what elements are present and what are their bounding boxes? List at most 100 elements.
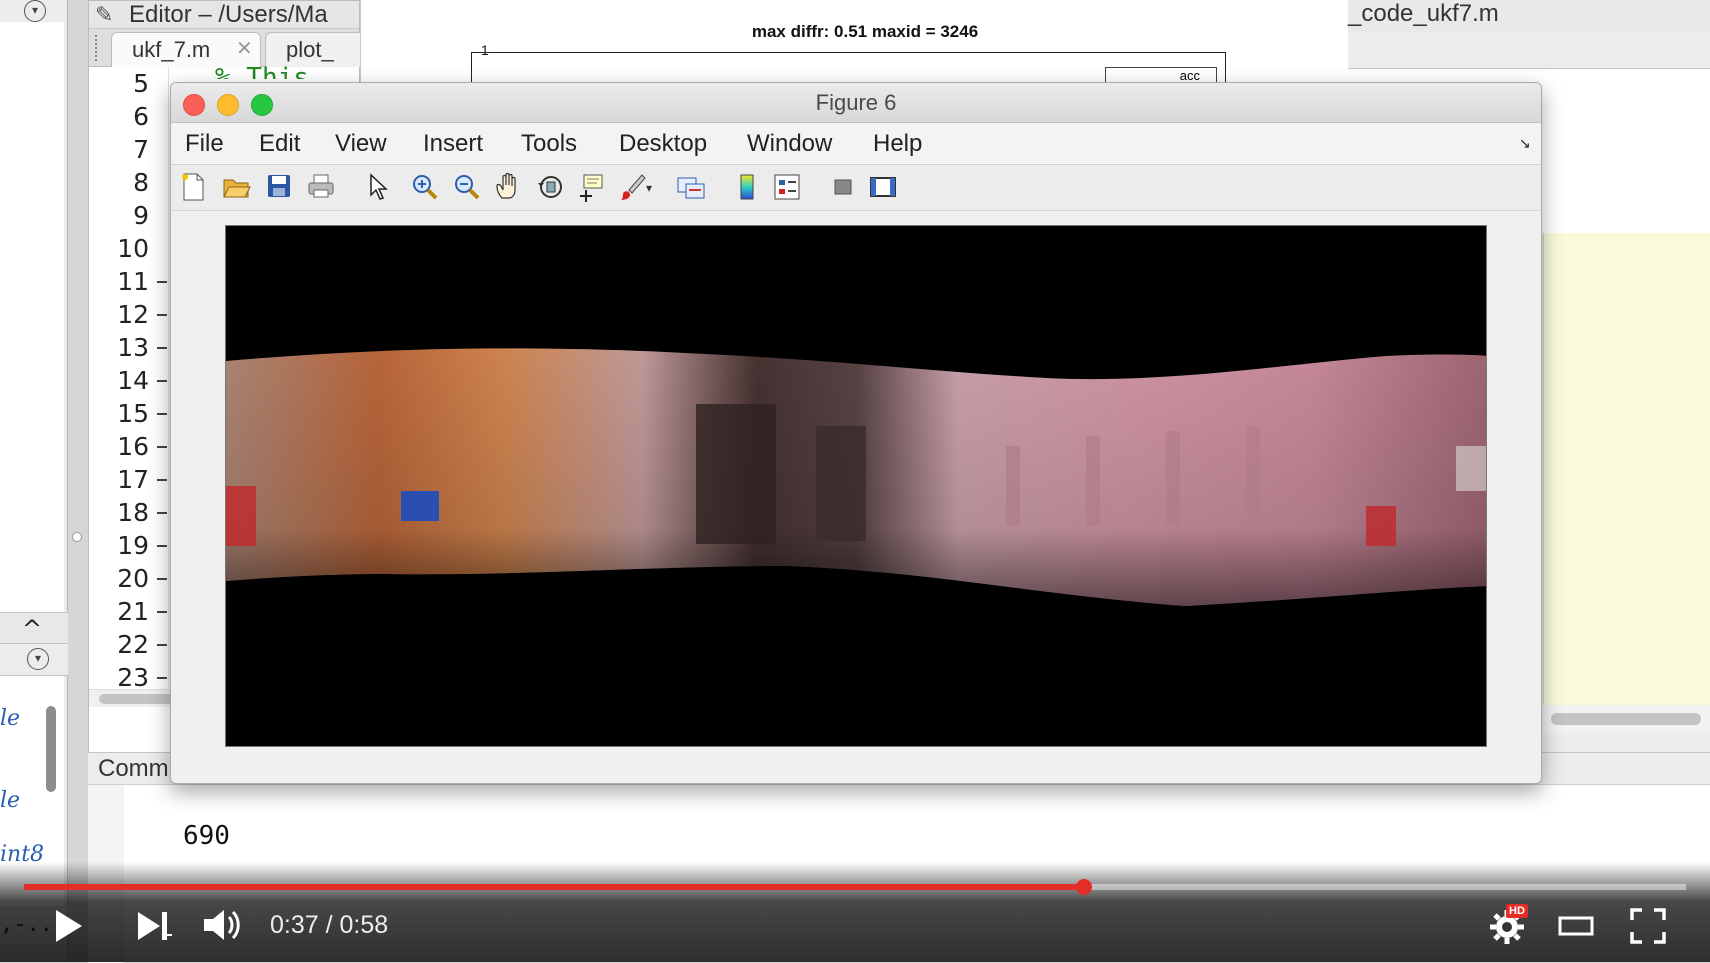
figure-titlebar[interactable]: Figure 6 — [171, 83, 1541, 123]
line-number: 6 — [133, 102, 149, 131]
line-number: 15 — [117, 399, 149, 428]
window-light — [1456, 446, 1486, 491]
plot-title: max diffr: 0.51 maxid = 3246 — [751, 22, 979, 41]
highlighted-code-area — [1543, 233, 1710, 705]
pan-icon[interactable] — [493, 172, 525, 204]
settings-icon[interactable]: HD — [1488, 904, 1528, 951]
breakpoint-dash[interactable] — [157, 314, 167, 316]
progress-bar[interactable] — [24, 879, 1686, 895]
line-number: 7 — [133, 135, 149, 164]
figure-window: Figure 6 File Edit View Insert Tools Des… — [170, 82, 1542, 784]
brush-dropdown-icon[interactable]: ▾ — [641, 172, 657, 204]
next-icon[interactable] — [136, 910, 172, 947]
tab-ukf7[interactable]: ukf_7.m ✕ — [111, 32, 261, 67]
fullscreen-icon[interactable] — [1630, 908, 1666, 949]
progress-played — [24, 884, 1085, 890]
wall-panel — [1086, 436, 1100, 526]
menu-edit[interactable]: Edit — [259, 123, 300, 165]
workspace-menu-icon[interactable]: ▾ — [27, 648, 49, 670]
time-display: 0:37 / 0:58 — [270, 908, 388, 942]
save-icon[interactable] — [263, 172, 295, 204]
line-number-gutter: 5 6 7 8 9 10 11 12 13 14 15 16 17 18 19 20 21 22 23 — [89, 67, 169, 692]
breakpoint-dash[interactable] — [157, 578, 167, 580]
workspace-item[interactable]: le — [0, 788, 20, 813]
colorbar-icon[interactable] — [731, 172, 763, 204]
doorway — [696, 404, 776, 544]
line-number: 22 — [117, 630, 149, 659]
menu-window[interactable]: Window — [747, 123, 832, 165]
editor-title-text: Editor – /Users/Ma — [129, 1, 328, 28]
breakpoint-dash[interactable] — [157, 545, 167, 547]
background-figure: max diffr: 0.51 maxid = 3246 1 acc — [360, 0, 1350, 97]
breakpoint-dash[interactable] — [157, 446, 167, 448]
time-separator: / — [318, 911, 340, 939]
menu-desktop[interactable]: Desktop — [619, 123, 707, 165]
doorway — [816, 426, 866, 541]
right-panel-title: _code_ukf7.m — [1348, 0, 1710, 32]
close-window-button[interactable] — [183, 94, 205, 116]
line-number: 16 — [117, 432, 149, 461]
breakpoint-dash[interactable] — [157, 347, 167, 349]
new-figure-icon[interactable] — [177, 172, 209, 204]
menu-file[interactable]: File — [185, 123, 224, 165]
tab-grip — [95, 35, 99, 61]
breakpoint-dash[interactable] — [157, 512, 167, 514]
line-number: 14 — [117, 366, 149, 395]
line-number: 17 — [117, 465, 149, 494]
chevron-up-icon[interactable]: ^ — [22, 615, 42, 643]
menu-insert[interactable]: Insert — [423, 123, 483, 165]
left-panel: ▾ ^ ▾ le le int8 ,-.. — [0, 0, 82, 962]
line-number: 13 — [117, 333, 149, 362]
open-file-icon[interactable] — [221, 172, 253, 204]
pencil-icon: ✎ — [95, 2, 114, 27]
splitter-handle[interactable] — [72, 532, 82, 542]
duration: 0:58 — [339, 911, 389, 939]
hide-plot-tools-icon[interactable] — [827, 172, 859, 204]
breakpoint-dash[interactable] — [157, 380, 167, 382]
play-icon[interactable] — [52, 908, 84, 949]
legend-icon[interactable] — [771, 172, 803, 204]
right-panel-title-text: _code_ukf7.m — [1348, 0, 1499, 27]
scroll-thumb[interactable] — [1551, 713, 1701, 725]
line-number: 20 — [117, 564, 149, 593]
command-output[interactable]: 690 — [183, 821, 230, 851]
show-plot-tools-icon[interactable] — [867, 172, 899, 204]
line-number: 19 — [117, 531, 149, 560]
pointer-icon[interactable] — [361, 172, 393, 204]
figure-menubar: File Edit View Insert Tools Desktop Wind… — [171, 123, 1541, 165]
close-icon[interactable]: ✕ — [236, 33, 253, 66]
maximize-window-button[interactable] — [251, 94, 273, 116]
breakpoint-dash[interactable] — [157, 281, 167, 283]
line-number: 21 — [117, 597, 149, 626]
workspace-scrollbar[interactable] — [46, 706, 56, 792]
panorama-image-axes[interactable] — [225, 225, 1487, 747]
zoom-in-icon[interactable] — [409, 172, 441, 204]
breakpoint-dash[interactable] — [157, 677, 167, 679]
data-cursor-icon[interactable] — [575, 172, 607, 204]
breakpoint-dash[interactable] — [157, 611, 167, 613]
breakpoint-dash[interactable] — [157, 479, 167, 481]
breakpoint-dash[interactable] — [157, 644, 167, 646]
dock-arrow-icon[interactable]: ↘ — [1519, 135, 1531, 152]
figure-toolbar: ▾ — [171, 165, 1541, 211]
tab-plot[interactable]: plot_ — [265, 32, 365, 67]
zoom-out-icon[interactable] — [451, 172, 483, 204]
hd-badge: HD — [1506, 904, 1528, 918]
collapse-menu-icon[interactable]: ▾ — [24, 0, 46, 22]
code-comment[interactable]: % This — [215, 63, 309, 79]
menu-help[interactable]: Help — [873, 123, 922, 165]
tab-label: plot_ — [286, 37, 334, 62]
volume-icon[interactable] — [202, 906, 244, 949]
menu-view[interactable]: View — [335, 123, 387, 165]
menu-tools[interactable]: Tools — [521, 123, 577, 165]
link-plot-icon[interactable] — [675, 172, 707, 204]
theater-mode-icon[interactable] — [1558, 912, 1594, 945]
right-panel-hscroll[interactable] — [1543, 705, 1710, 733]
line-number: 18 — [117, 498, 149, 527]
wall-panel — [1166, 431, 1180, 526]
minimize-window-button[interactable] — [217, 94, 239, 116]
rotate-3d-icon[interactable] — [535, 172, 567, 204]
print-icon[interactable] — [305, 172, 337, 204]
workspace-item[interactable]: le — [0, 706, 20, 731]
breakpoint-dash[interactable] — [157, 413, 167, 415]
